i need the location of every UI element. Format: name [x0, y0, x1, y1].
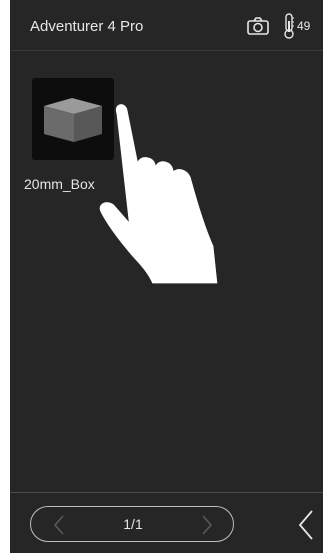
- camera-icon[interactable]: [247, 17, 269, 35]
- footer-bar: 1/1: [10, 492, 323, 554]
- printer-screen: Adventurer 4 Pro 49 20mm_Box 1/1: [10, 0, 323, 553]
- pager: 1/1: [30, 506, 234, 542]
- header-bar: Adventurer 4 Pro 49: [10, 0, 323, 51]
- tap-hand-icon: [98, 103, 219, 285]
- back-chevron-icon[interactable]: [298, 509, 314, 541]
- chevron-right-icon[interactable]: [201, 515, 213, 535]
- cube-icon: [44, 98, 102, 142]
- file-name[interactable]: 20mm_Box: [24, 176, 95, 192]
- temperature-value: 49: [297, 19, 311, 33]
- app-title: Adventurer 4 Pro: [30, 18, 144, 35]
- thermometer-icon: [284, 13, 294, 39]
